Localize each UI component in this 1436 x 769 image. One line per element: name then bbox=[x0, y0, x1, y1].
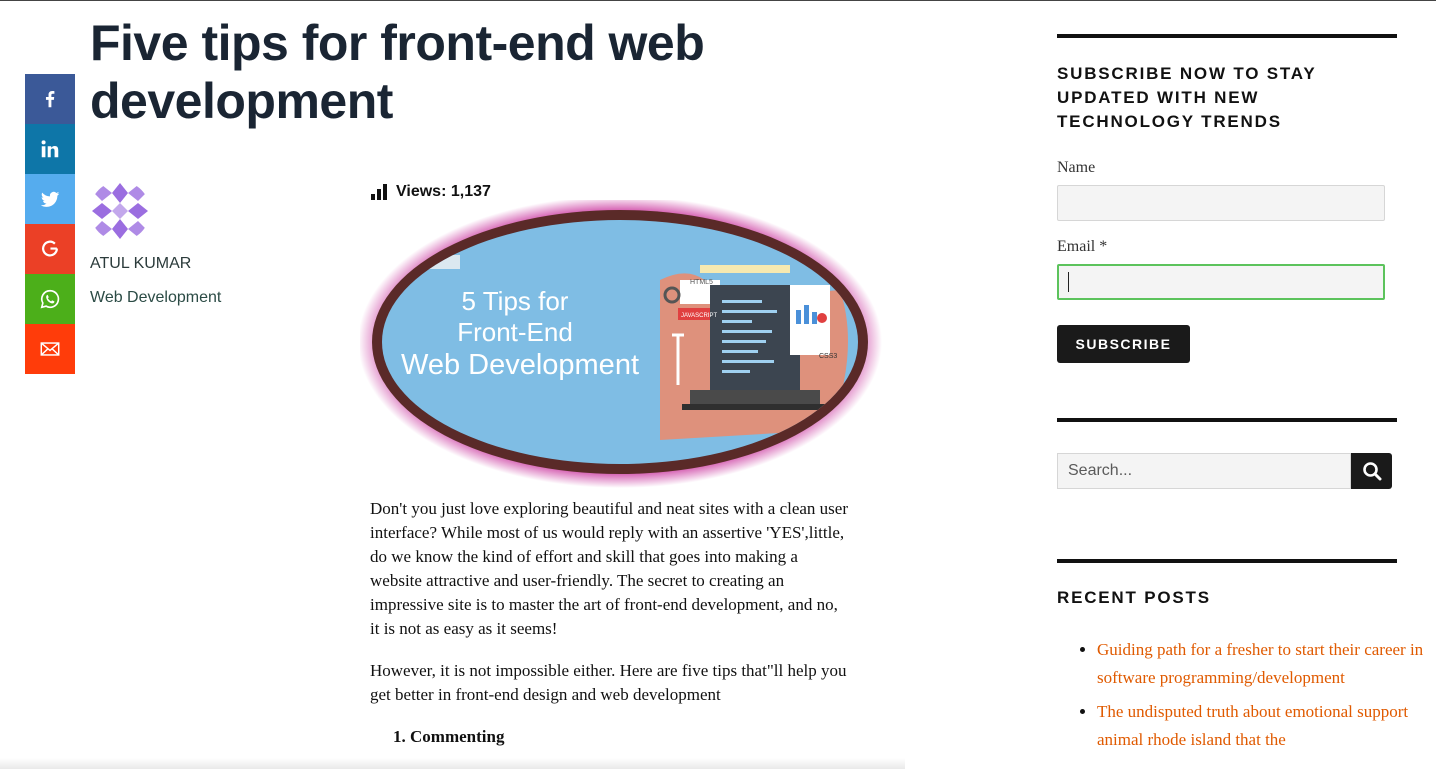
email-label: Email * bbox=[1057, 238, 1108, 255]
twitter-icon bbox=[40, 191, 60, 207]
search-icon bbox=[1362, 462, 1381, 481]
post-title: Five tips for front-end web development bbox=[90, 15, 705, 129]
text-cursor bbox=[1068, 272, 1069, 292]
author-name[interactable]: ATUL KUMAR bbox=[90, 255, 191, 273]
hero-tag-html5: HTML5 bbox=[690, 279, 713, 286]
whatsapp-share-button[interactable] bbox=[25, 274, 75, 324]
author-avatar[interactable] bbox=[90, 181, 150, 241]
twitter-share-button[interactable] bbox=[25, 174, 75, 224]
subscribe-title: SUBSCRIBE NOW TO STAY UPDATED WITH NEW T… bbox=[1057, 64, 1317, 131]
widget-divider bbox=[1057, 34, 1397, 38]
name-field[interactable] bbox=[1057, 185, 1385, 221]
search-button[interactable] bbox=[1351, 453, 1392, 489]
whatsapp-icon bbox=[40, 289, 60, 309]
top-border bbox=[0, 0, 1436, 1]
list-item: Guiding path for a fresher to start thei… bbox=[1097, 636, 1427, 692]
recent-post-link[interactable]: The undisputed truth about emotional sup… bbox=[1097, 702, 1408, 749]
paragraph: However, it is not impossible either. He… bbox=[370, 661, 847, 704]
recent-posts-title: RECENT POSTS bbox=[1057, 588, 1211, 607]
search-input[interactable] bbox=[1057, 453, 1351, 489]
tips-list: Commenting bbox=[370, 725, 850, 749]
views-label: Views: 1,137 bbox=[396, 183, 491, 200]
widget-divider bbox=[1057, 559, 1397, 563]
hero-line-1: 5 Tips for bbox=[462, 286, 569, 316]
views-counter: Views: 1,137 bbox=[370, 183, 491, 201]
facebook-icon bbox=[45, 91, 55, 108]
linkedin-share-button[interactable] bbox=[25, 124, 75, 174]
subscribe-button[interactable]: SUBSCRIBE bbox=[1057, 325, 1190, 363]
hero-line-2: Front-End bbox=[457, 317, 573, 347]
name-label: Name bbox=[1057, 159, 1096, 176]
recent-post-link[interactable]: Guiding path for a fresher to start thei… bbox=[1097, 640, 1423, 687]
google-icon bbox=[42, 240, 58, 257]
hero-line-3: Web Development bbox=[401, 349, 639, 381]
linkedin-icon bbox=[41, 140, 59, 158]
widget-divider bbox=[1057, 418, 1397, 422]
bar-chart-icon bbox=[371, 184, 387, 200]
scroll-fade bbox=[0, 758, 905, 769]
facebook-share-button[interactable] bbox=[25, 74, 75, 124]
list-item: Commenting bbox=[410, 725, 850, 749]
email-share-button[interactable] bbox=[25, 324, 75, 374]
list-item: The undisputed truth about emotional sup… bbox=[1097, 698, 1427, 754]
post-category[interactable]: Web Development bbox=[90, 289, 221, 307]
hero-tag-javascript: JAVASCRIPT bbox=[681, 313, 717, 319]
google-share-button[interactable] bbox=[25, 224, 75, 274]
email-field[interactable] bbox=[1057, 264, 1385, 300]
featured-image: 5 Tips for Front-End Web Development HTM… bbox=[358, 196, 890, 490]
paragraph: Don't you just love exploring beautiful … bbox=[370, 499, 849, 638]
email-icon bbox=[40, 342, 60, 356]
post-content: Don't you just love exploring beautiful … bbox=[370, 497, 850, 749]
recent-posts-list: Guiding path for a fresher to start thei… bbox=[1057, 636, 1427, 760]
share-bar bbox=[25, 74, 75, 374]
hero-tag-css3: CSS3 bbox=[819, 353, 837, 360]
